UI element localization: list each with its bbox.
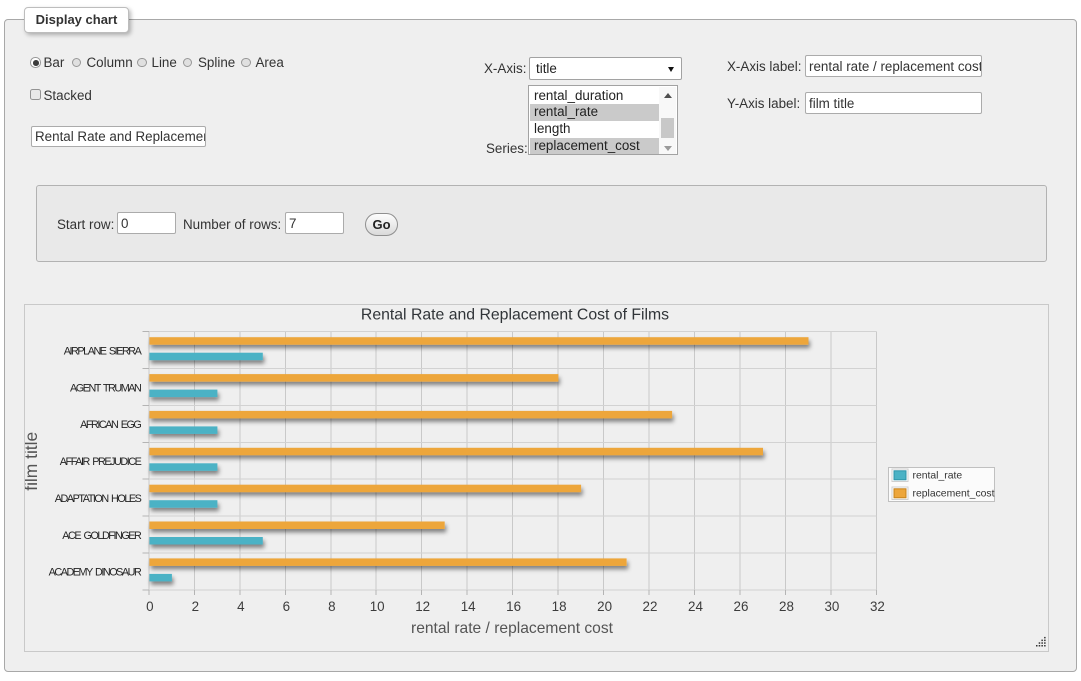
svg-text:24: 24	[688, 599, 703, 614]
svg-text:6: 6	[283, 599, 290, 614]
svg-text:8: 8	[328, 599, 335, 614]
svg-text:AGENT TRUMAN: AGENT TRUMAN	[70, 382, 141, 394]
svg-text:10: 10	[370, 599, 385, 614]
svg-text:2: 2	[192, 599, 199, 614]
svg-text:28: 28	[779, 599, 794, 614]
svg-text:AIRPLANE SIERRA: AIRPLANE SIERRA	[64, 346, 143, 358]
svg-text:4: 4	[237, 599, 245, 614]
svg-text:12: 12	[415, 599, 430, 614]
svg-text:ADAPTATION HOLES: ADAPTATION HOLES	[55, 493, 142, 505]
svg-text:14: 14	[461, 599, 476, 614]
svg-text:replacement_cost: replacement_cost	[913, 489, 995, 500]
svg-text:26: 26	[734, 599, 749, 614]
svg-text:0: 0	[146, 599, 153, 614]
svg-text:22: 22	[643, 599, 658, 614]
svg-text:ACE GOLDFINGER: ACE GOLDFINGER	[62, 530, 142, 542]
svg-text:20: 20	[597, 599, 612, 614]
svg-text:Rental Rate and Replacement Co: Rental Rate and Replacement Cost of Film…	[361, 307, 669, 324]
svg-text:film title: film title	[25, 432, 41, 491]
svg-text:30: 30	[824, 599, 839, 614]
svg-text:32: 32	[870, 599, 885, 614]
svg-text:16: 16	[506, 599, 521, 614]
svg-text:18: 18	[552, 599, 567, 614]
svg-text:ACADEMY DINOSAUR: ACADEMY DINOSAUR	[49, 567, 142, 579]
svg-text:AFFAIR PREJUDICE: AFFAIR PREJUDICE	[60, 456, 142, 468]
svg-text:rental_rate: rental_rate	[913, 471, 963, 482]
svg-text:AFRICAN EGG: AFRICAN EGG	[80, 419, 141, 431]
svg-text:rental rate / replacement cost: rental rate / replacement cost	[411, 620, 614, 637]
